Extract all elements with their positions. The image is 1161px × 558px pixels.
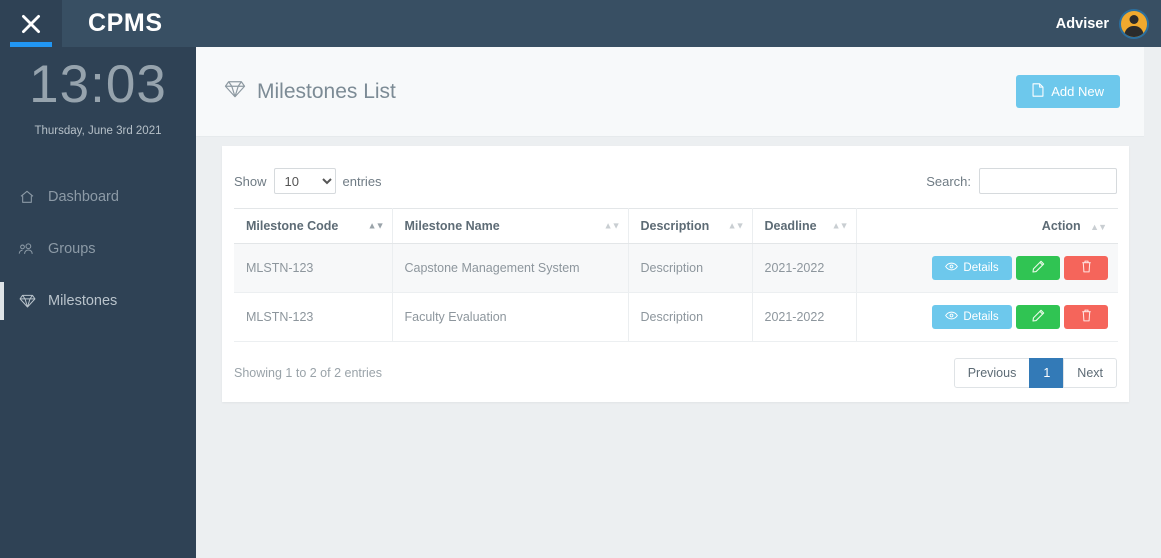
pagination-previous-button[interactable]: Previous xyxy=(953,358,1031,388)
cell-milestone-code: MLSTN-123 xyxy=(234,292,393,342)
details-button[interactable]: Details xyxy=(932,256,1012,280)
sort-both-icon: ▲▼ xyxy=(727,220,745,231)
show-label: Show xyxy=(234,173,267,189)
trash-icon xyxy=(1081,260,1092,276)
search-input[interactable] xyxy=(979,168,1117,194)
avatar-body-icon xyxy=(1124,25,1144,37)
cell-milestone-name: Capstone Management System xyxy=(392,243,629,293)
app-brand-title: CPMS xyxy=(88,9,163,37)
sidebar-item-groups[interactable]: Groups xyxy=(0,223,196,275)
column-header-deadline[interactable]: Deadline ▲▼ xyxy=(752,208,857,244)
sidebar-item-dashboard[interactable]: Dashboard xyxy=(0,171,196,223)
sort-both-icon: ▲▼ xyxy=(367,220,385,231)
details-label: Details xyxy=(963,311,999,323)
sidebar-nav: Dashboard Groups Milestones xyxy=(0,171,196,327)
table-info-label: Showing 1 to 2 of 2 entries xyxy=(234,366,383,380)
milestones-table: Milestone Code ▲▼ Milestone Name ▲▼ Desc… xyxy=(234,208,1118,342)
close-icon xyxy=(22,14,40,33)
cell-deadline: 2021-2022 xyxy=(752,292,857,342)
main-content: Milestones List Add New Show 10 25 xyxy=(196,47,1161,558)
sidebar-item-label: Milestones xyxy=(48,292,118,309)
page-title: Milestones List xyxy=(224,79,396,105)
sort-both-icon: ▲▼ xyxy=(603,220,621,231)
cell-milestone-name: Faculty Evaluation xyxy=(392,292,629,342)
cell-description: Description xyxy=(628,243,753,293)
sidebar-item-milestones[interactable]: Milestones xyxy=(0,275,196,327)
topbar-brand-area: CPMS xyxy=(0,0,196,47)
delete-button[interactable] xyxy=(1064,256,1108,280)
top-navbar: CPMS Adviser xyxy=(0,0,1161,47)
table-body: MLSTN-123 Capstone Management System Des… xyxy=(234,243,1118,342)
details-label: Details xyxy=(963,262,999,274)
table-footer: Showing 1 to 2 of 2 entries Previous 1 N… xyxy=(234,342,1117,388)
eye-icon xyxy=(945,311,959,323)
sidebar-toggle-close-button[interactable] xyxy=(0,0,62,47)
file-icon xyxy=(1032,83,1044,100)
table-head: Milestone Code ▲▼ Milestone Name ▲▼ Desc… xyxy=(234,208,1118,244)
table-controls: Show 10 25 50 100 entries Search: xyxy=(234,168,1117,208)
column-label: Deadline xyxy=(764,219,817,233)
gem-icon xyxy=(224,79,246,105)
table-header-row: Milestone Code ▲▼ Milestone Name ▲▼ Desc… xyxy=(234,208,1118,244)
delete-button[interactable] xyxy=(1064,305,1108,329)
column-header-milestone-name[interactable]: Milestone Name ▲▼ xyxy=(392,208,629,244)
page-length-select[interactable]: 10 25 50 100 xyxy=(273,168,336,194)
pagination: Previous 1 Next xyxy=(953,358,1117,388)
column-label: Description xyxy=(640,219,710,233)
page-title-label: Milestones List xyxy=(257,79,396,103)
app-window: CPMS Adviser 13:03 Thursday, June 3rd 20… xyxy=(0,0,1161,558)
edit-button[interactable] xyxy=(1016,256,1060,280)
column-header-action[interactable]: Action ▲▼ xyxy=(856,208,1118,244)
sort-both-icon: ▲▼ xyxy=(831,220,849,231)
eye-icon xyxy=(945,262,959,274)
cell-actions: Details xyxy=(856,292,1118,342)
edit-button[interactable] xyxy=(1016,305,1060,329)
clock-date: Thursday, June 3rd 2021 xyxy=(34,124,162,137)
sidebar-item-label: Groups xyxy=(48,240,96,257)
sidebar: 13:03 Thursday, June 3rd 2021 Dashboard xyxy=(0,47,196,558)
trash-icon xyxy=(1081,309,1092,325)
user-role-label: Adviser xyxy=(1055,15,1109,32)
topbar-user-area[interactable]: Adviser xyxy=(1055,8,1161,39)
pagination-next-button[interactable]: Next xyxy=(1063,358,1117,388)
pencil-icon xyxy=(1031,260,1045,276)
pagination-page-1-button[interactable]: 1 xyxy=(1029,358,1065,388)
search-control: Search: xyxy=(926,168,1117,194)
show-entries-control: Show 10 25 50 100 entries xyxy=(234,168,382,194)
pencil-icon xyxy=(1031,309,1045,325)
avatar[interactable] xyxy=(1119,8,1149,39)
column-header-milestone-code[interactable]: Milestone Code ▲▼ xyxy=(234,208,393,244)
clock-time: 13:03 xyxy=(29,55,167,114)
column-label: Action xyxy=(1041,219,1081,233)
entries-label: entries xyxy=(342,173,382,189)
cell-description: Description xyxy=(628,292,753,342)
table-row[interactable]: MLSTN-123 Capstone Management System Des… xyxy=(234,243,1118,293)
details-button[interactable]: Details xyxy=(932,305,1012,329)
avatar-head-icon xyxy=(1129,14,1139,24)
cell-milestone-code: MLSTN-123 xyxy=(234,243,393,293)
row-action-buttons: Details xyxy=(932,256,1108,280)
gem-icon xyxy=(16,293,38,309)
row-action-buttons: Details xyxy=(932,305,1108,329)
cell-deadline: 2021-2022 xyxy=(752,243,857,293)
add-new-label: Add New xyxy=(1051,84,1104,99)
sidebar-clock: 13:03 Thursday, June 3rd 2021 xyxy=(0,47,196,137)
search-label: Search: xyxy=(926,173,971,189)
column-header-description[interactable]: Description ▲▼ xyxy=(628,208,753,244)
users-icon xyxy=(16,241,38,257)
column-label: Milestone Code xyxy=(246,219,339,233)
add-new-button[interactable]: Add New xyxy=(1016,75,1120,108)
table-row[interactable]: MLSTN-123 Faculty Evaluation Description… xyxy=(234,292,1118,342)
sort-both-icon: ▲▼ xyxy=(1090,222,1107,232)
column-label: Milestone Name xyxy=(404,219,500,233)
home-icon xyxy=(16,189,38,205)
cell-actions: Details xyxy=(856,243,1118,293)
milestones-table-card: Show 10 25 50 100 entries Search: xyxy=(222,146,1129,402)
sidebar-item-label: Dashboard xyxy=(48,188,119,205)
page-header: Milestones List Add New xyxy=(196,47,1144,137)
